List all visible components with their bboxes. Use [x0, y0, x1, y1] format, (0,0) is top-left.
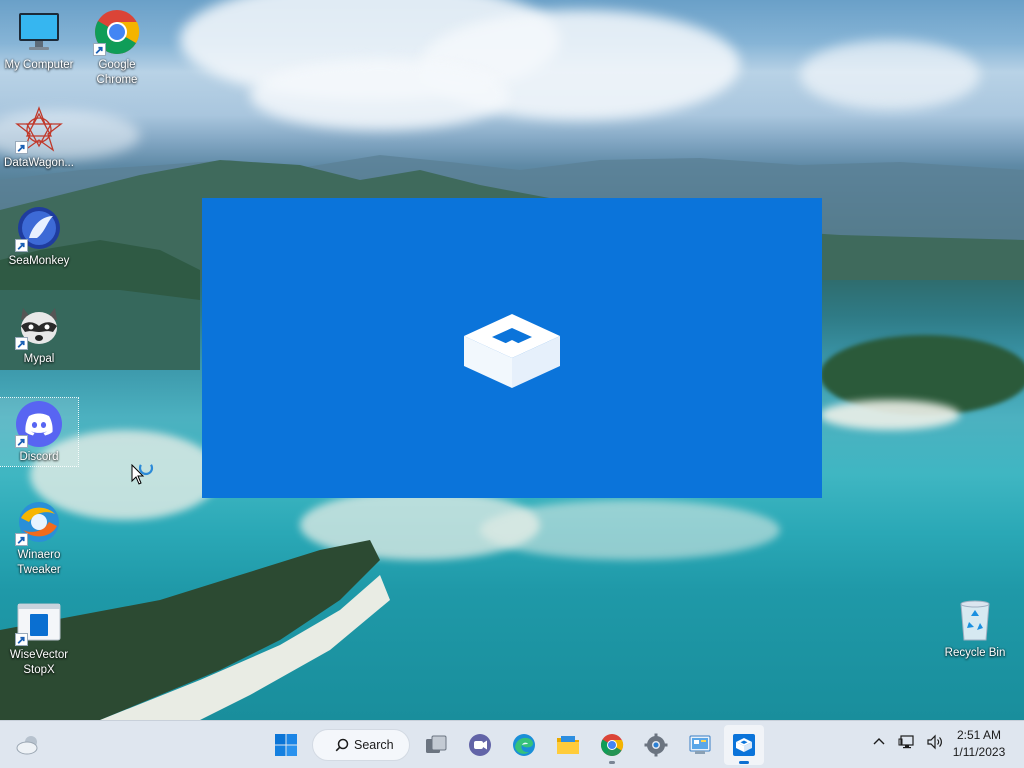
file-explorer-icon: [557, 736, 579, 754]
raccoon-icon: [15, 302, 63, 350]
settings-gear-icon: [644, 733, 668, 757]
datawagon-icon: [15, 106, 63, 154]
taskbar-apps: Search: [266, 725, 764, 765]
desktop-icon-seamonkey[interactable]: SeaMonkey: [0, 204, 78, 269]
chat-button[interactable]: [460, 725, 500, 765]
edge-button[interactable]: [504, 725, 544, 765]
recycle-bin-icon: [951, 596, 999, 644]
desktop-icon-label: My Computer: [4, 59, 74, 71]
weather-cloud-icon[interactable]: [14, 733, 42, 757]
shortcut-arrow-icon: [15, 435, 28, 448]
seamonkey-icon: [15, 204, 63, 252]
desktop-icon-datawagon[interactable]: DataWagon...: [0, 106, 78, 171]
chrome-taskbar-button[interactable]: [592, 725, 632, 765]
start-button[interactable]: [266, 725, 306, 765]
desktop-icon-winaero-tweaker[interactable]: Winaero Tweaker: [0, 498, 78, 578]
sandbox-splash-window: [202, 198, 822, 498]
clock-time: 2:51 AM: [956, 728, 1002, 742]
chevron-up-icon[interactable]: [870, 733, 888, 751]
desktop-icon-label: Winaero Tweaker: [17, 549, 61, 576]
chrome-icon: [93, 8, 141, 56]
shortcut-arrow-icon: [15, 239, 28, 252]
wisevector-icon: [15, 598, 63, 646]
chrome-icon: [601, 734, 624, 756]
volume-icon[interactable]: [926, 733, 944, 751]
search-icon: [335, 738, 349, 752]
desktop-icon-label: Recycle Bin: [944, 647, 1006, 659]
desktop-icon-label: SeaMonkey: [8, 255, 70, 267]
monitor-icon: [15, 8, 63, 56]
desktop-icon-label: DataWagon...: [4, 157, 74, 169]
edge-icon: [513, 734, 535, 756]
desktop-icon-discord[interactable]: Discord: [0, 397, 79, 467]
sandbox-icon: [733, 734, 755, 756]
discord-icon: [15, 400, 63, 448]
taskbar-search[interactable]: Search: [312, 729, 410, 761]
shortcut-arrow-icon: [15, 141, 28, 154]
teams-chat-icon: [469, 734, 491, 756]
mouse-cursor-busy-icon: [131, 464, 154, 485]
desktop-icon-wisevector-stopx[interactable]: WiseVector StopX: [0, 598, 78, 678]
control-panel-icon: [689, 735, 711, 754]
sandbox-taskbar-button[interactable]: [724, 725, 764, 765]
task-view-icon: [426, 735, 447, 753]
windows-start-icon: [275, 734, 297, 756]
settings-button[interactable]: [636, 725, 676, 765]
taskbar-clock[interactable]: 2:51 AM 1/11/2023: [948, 727, 1010, 761]
desktop-icon-label: Discord: [19, 451, 59, 463]
shortcut-arrow-icon: [15, 337, 28, 350]
clock-date: 1/11/2023: [952, 745, 1006, 759]
shortcut-arrow-icon: [93, 43, 106, 56]
network-icon[interactable]: [898, 733, 916, 751]
shortcut-arrow-icon: [15, 633, 28, 646]
control-panel-button[interactable]: [680, 725, 720, 765]
desktop-icon-recycle-bin[interactable]: Recycle Bin: [936, 596, 1014, 661]
sandbox-box-icon: [464, 314, 560, 388]
system-tray: [870, 733, 944, 751]
winaero-icon: [15, 498, 63, 546]
desktop-icon-google-chrome[interactable]: Google Chrome: [78, 8, 156, 88]
shortcut-arrow-icon: [15, 533, 28, 546]
desktop-icon-mypal[interactable]: Mypal: [0, 302, 78, 367]
desktop-icon-label: Google Chrome: [96, 59, 138, 86]
desktop-icon-label: WiseVector StopX: [9, 649, 69, 676]
desktop-icon-my-computer[interactable]: My Computer: [0, 8, 78, 73]
file-explorer-button[interactable]: [548, 725, 588, 765]
desktop-icon-label: Mypal: [23, 353, 55, 365]
task-view-button[interactable]: [416, 725, 456, 765]
taskbar: Search 2:51 AM 1/11/2023: [0, 720, 1024, 768]
search-label: Search: [354, 738, 394, 752]
